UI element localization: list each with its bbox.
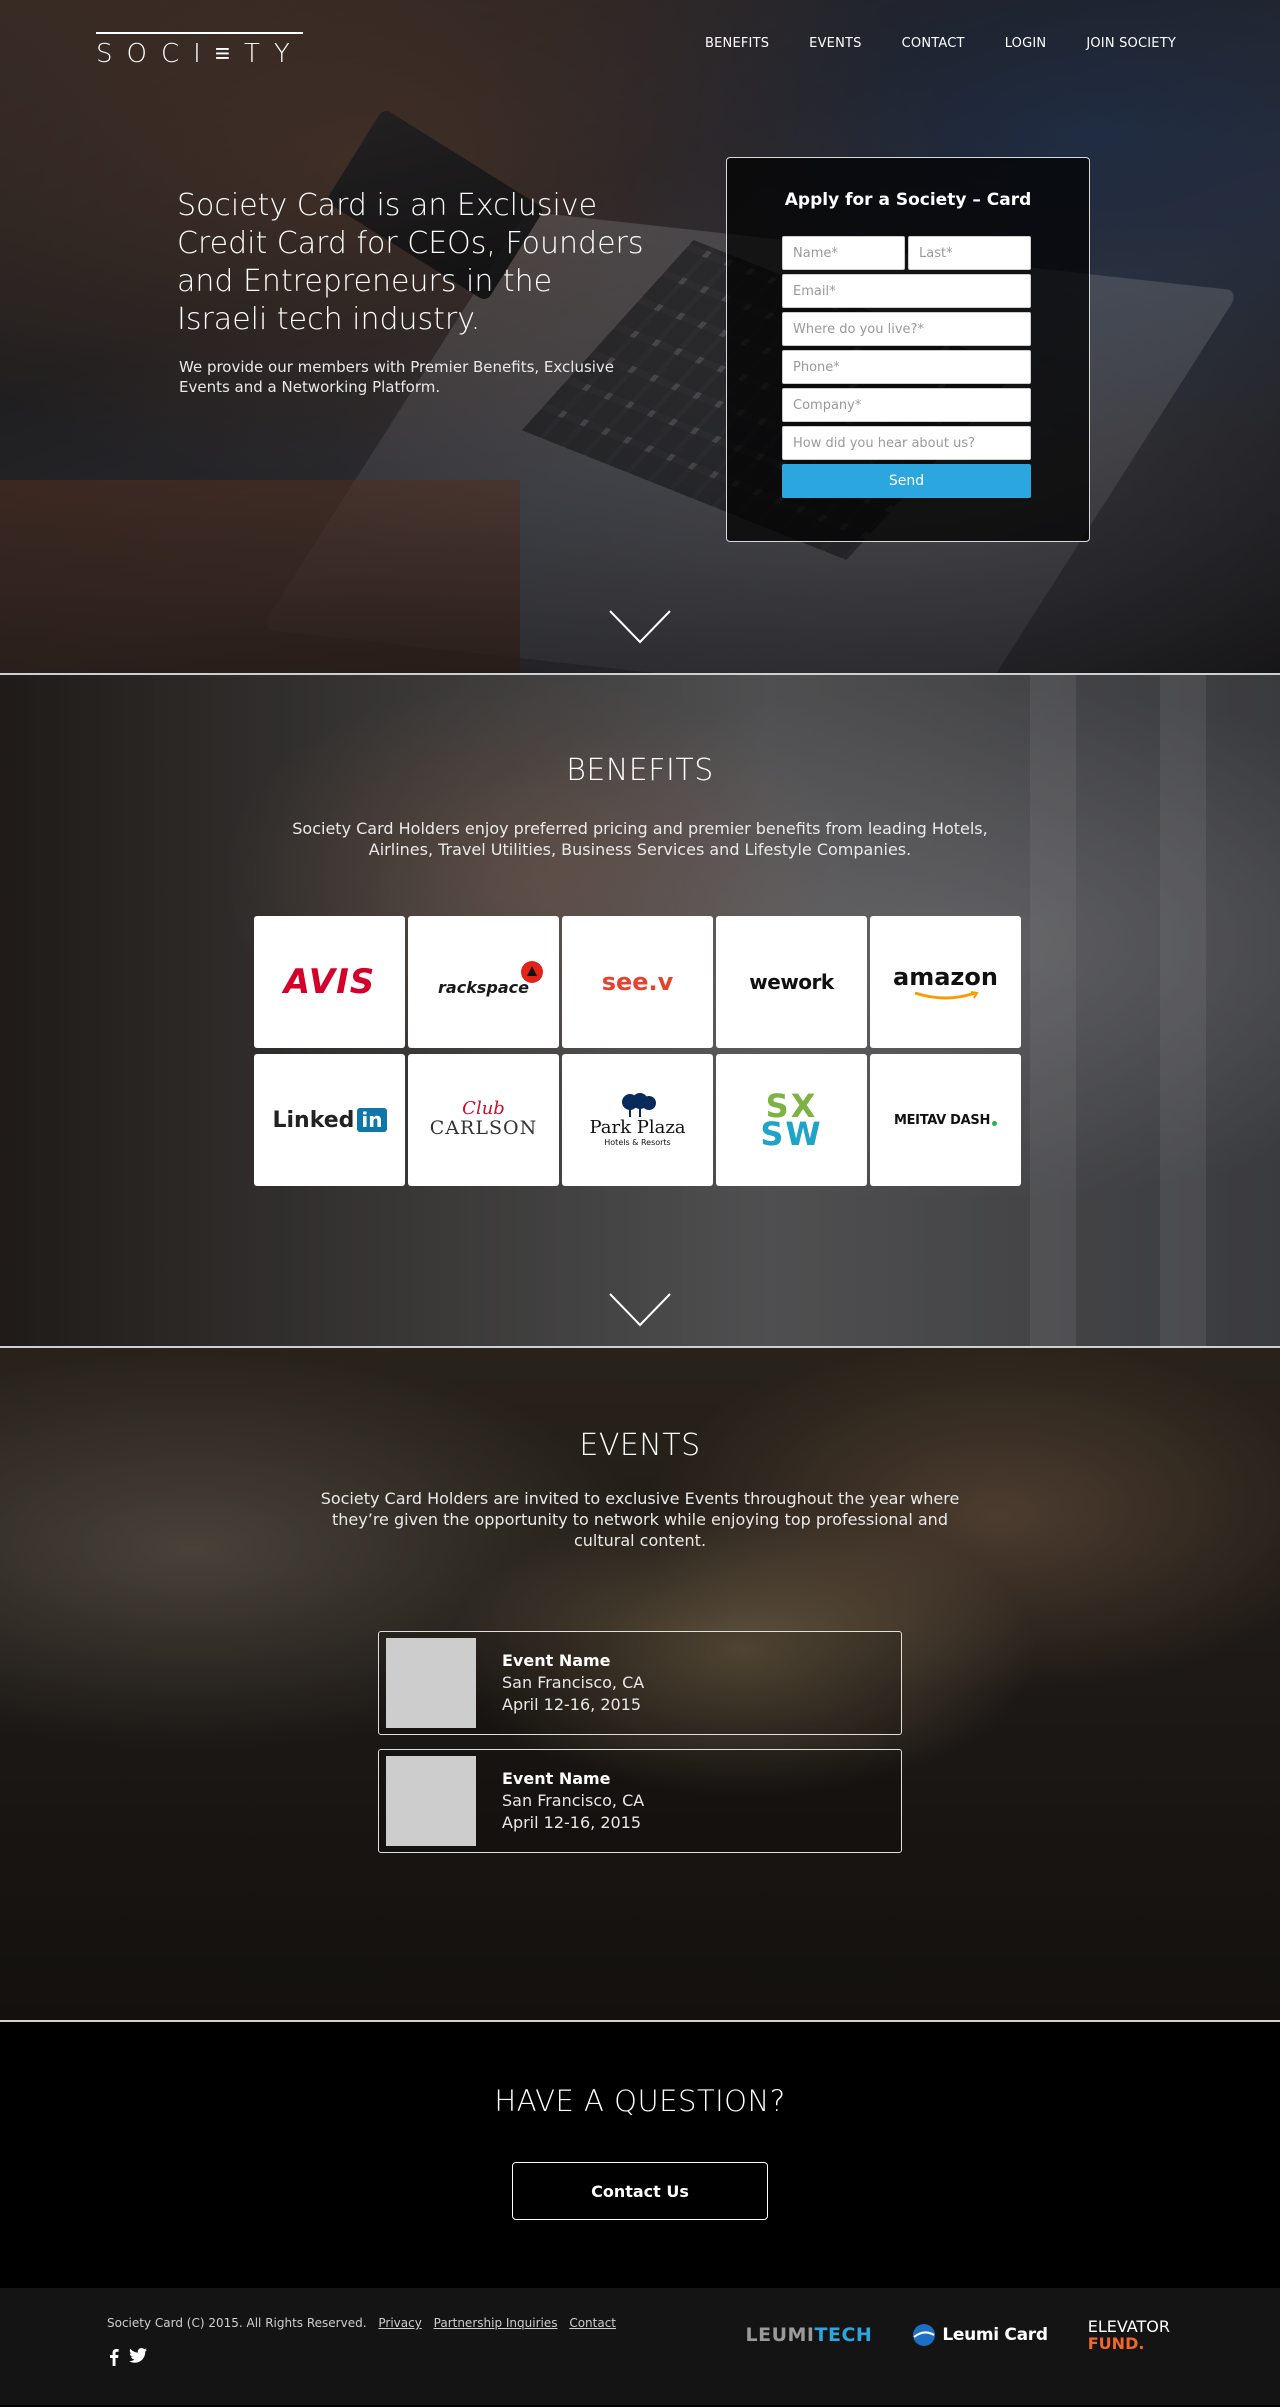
event-card[interactable]: Event Name San Francisco, CA April 12-16… [378,1631,902,1735]
social-links [109,2348,147,2366]
first-name-input[interactable] [782,236,905,270]
partner-logo-linkedin[interactable]: Linked in [254,1054,405,1186]
send-button[interactable]: Send [782,464,1031,498]
leumitech-logo[interactable]: LEUMITECH [746,2324,873,2346]
facebook-icon[interactable] [109,2348,119,2366]
fund-word: FUND. [1087,2334,1145,2353]
event-location: San Francisco, CA [502,1791,645,1810]
partner-logo-grid: AVIS rackspace see.v wework amazon Linke [254,916,1024,1186]
leumi-card-globe-icon [913,2324,936,2346]
question-title: HAVE A QUESTION? [494,2084,786,2118]
partner-logo-club-carlson[interactable]: Club CARLSON [408,1054,559,1186]
leumi-card-logo[interactable]: Leumi Card [912,2323,1048,2347]
event-info: Event Name San Francisco, CA April 12-16… [502,1768,644,1834]
main-nav: BENEFITS EVENTS CONTACT LOGIN JOIN SOCIE… [665,36,1176,51]
benefits-text: Society Card Holders enjoy preferred pri… [292,819,988,859]
hero-subtitle: We provide our members with Premier Bene… [179,358,615,396]
apply-form: Send [782,236,1031,498]
copyright-text: Society Card (C) 2015. All Rights Reserv… [107,2316,367,2330]
nav-contact[interactable]: CONTACT [902,36,965,51]
email-input[interactable] [782,274,1031,308]
question-section: HAVE A QUESTION? Contact Us [0,2022,1280,2288]
site-footer: Society Card (C) 2015. All Rights Reserv… [0,2288,1280,2405]
nav-join-society[interactable]: JOIN SOCIETY [1086,36,1176,51]
avis-wordmark: AVIS [283,962,376,1002]
hero-section: SOCI≡TY BENEFITS EVENTS CONTACT LOGIN JO… [0,0,1280,673]
linkedin-wordmark: Linked [272,1107,355,1133]
phone-input[interactable] [782,350,1031,384]
partner-logo-meitav-dash[interactable]: MEITAV DASH [870,1054,1021,1186]
park-plaza-wordmark: Park Plaza [589,1117,686,1138]
amazon-smile-icon [914,991,979,1000]
elevator-fund-logo[interactable]: ELEVATOR FUND. [1088,2318,1170,2352]
nav-login[interactable]: LOGIN [1005,36,1047,51]
event-date: April 12-16, 2015 [502,1695,642,1714]
last-name-input[interactable] [908,236,1031,270]
footer-copyright-row: Society Card (C) 2015. All Rights Reserv… [107,2316,616,2330]
site-header: SOCI≡TY BENEFITS EVENTS CONTACT LOGIN JO… [0,0,1280,95]
benefits-section: BENEFITS Society Card Holders enjoy pref… [0,673,1280,1348]
hero-copy: Society Card is an Exclusive Credit Card… [177,187,647,397]
apply-form-panel: Apply for a Society – Card Send [726,157,1090,542]
company-input[interactable] [782,388,1031,422]
leumi-card-wordmark: Leumi Card [942,2325,1048,2345]
events-section: EVENTS Society Card Holders are invited … [0,1348,1280,2022]
nav-events[interactable]: EVENTS [809,36,861,51]
footer-link-contact[interactable]: Contact [569,2316,616,2330]
leumitech-tech: TECH [814,2324,873,2346]
footer-partner-logos: LEUMITECH Leumi Card ELEVATOR FUND. [746,2318,1170,2352]
event-info: Event Name San Francisco, CA April 12-16… [502,1650,644,1716]
events-title: EVENTS [579,1428,701,1463]
name-row [782,236,1031,274]
partner-logo-sxsw[interactable]: SX SW [716,1054,867,1186]
partner-logo-amazon[interactable]: amazon [870,916,1021,1048]
nav-benefits[interactable]: BENEFITS [705,36,769,51]
society-logo[interactable]: SOCI≡TY [96,32,304,69]
carlson-wordmark: CARLSON [429,1117,538,1139]
hero-title: Society Card is an Exclusive Credit Card… [177,188,644,337]
wework-wordmark: wework [749,970,834,994]
events-text: Society Card Holders are invited to excl… [320,1489,960,1550]
logo-text: SOCI≡TY [96,39,304,69]
event-name: Event Name [502,1769,611,1788]
linkedin-in-box: in [357,1108,387,1132]
event-location: San Francisco, CA [502,1673,645,1692]
partner-logo-rackspace[interactable]: rackspace [408,916,559,1048]
twitter-icon[interactable] [129,2348,147,2363]
event-name: Event Name [502,1651,611,1670]
partner-logo-avis[interactable]: AVIS [254,916,405,1048]
partner-logo-wework[interactable]: wework [716,916,867,1048]
event-thumbnail [386,1638,476,1728]
rackspace-mark-icon [521,961,543,983]
scroll-down-chevron-icon[interactable] [609,610,671,644]
location-input[interactable] [782,312,1031,346]
scroll-down-chevron-icon[interactable] [609,1293,671,1327]
club-script: Club [462,1098,505,1119]
referral-input[interactable] [782,426,1031,460]
meitav-dash-wordmark: MEITAV DASH [893,1112,991,1128]
footer-link-partnership[interactable]: Partnership Inquiries [434,2316,558,2330]
park-plaza-tagline: Hotels & Resorts [604,1138,671,1147]
benefits-title: BENEFITS [566,753,714,788]
meitav-dot-icon [992,1120,998,1126]
elevator-word: ELEVATOR [1087,2317,1170,2336]
event-card[interactable]: Event Name San Francisco, CA April 12-16… [378,1749,902,1853]
sxsw-bottom: SW [760,1115,823,1153]
footer-link-privacy[interactable]: Privacy [378,2316,421,2330]
contact-us-button[interactable]: Contact Us [512,2162,768,2220]
park-plaza-trees-icon [621,1093,656,1117]
apply-form-title: Apply for a Society – Card [784,190,1032,210]
rackspace-wordmark: rackspace [438,977,529,997]
amazon-wordmark: amazon [893,963,998,991]
seev-wordmark: see.v [601,968,674,996]
event-thumbnail [386,1756,476,1846]
partner-logo-park-plaza[interactable]: Park Plaza Hotels & Resorts [562,1054,713,1186]
event-date: April 12-16, 2015 [502,1813,642,1832]
partner-logo-seev[interactable]: see.v [562,916,713,1048]
leumitech-leumi: LEUMI [745,2324,815,2346]
